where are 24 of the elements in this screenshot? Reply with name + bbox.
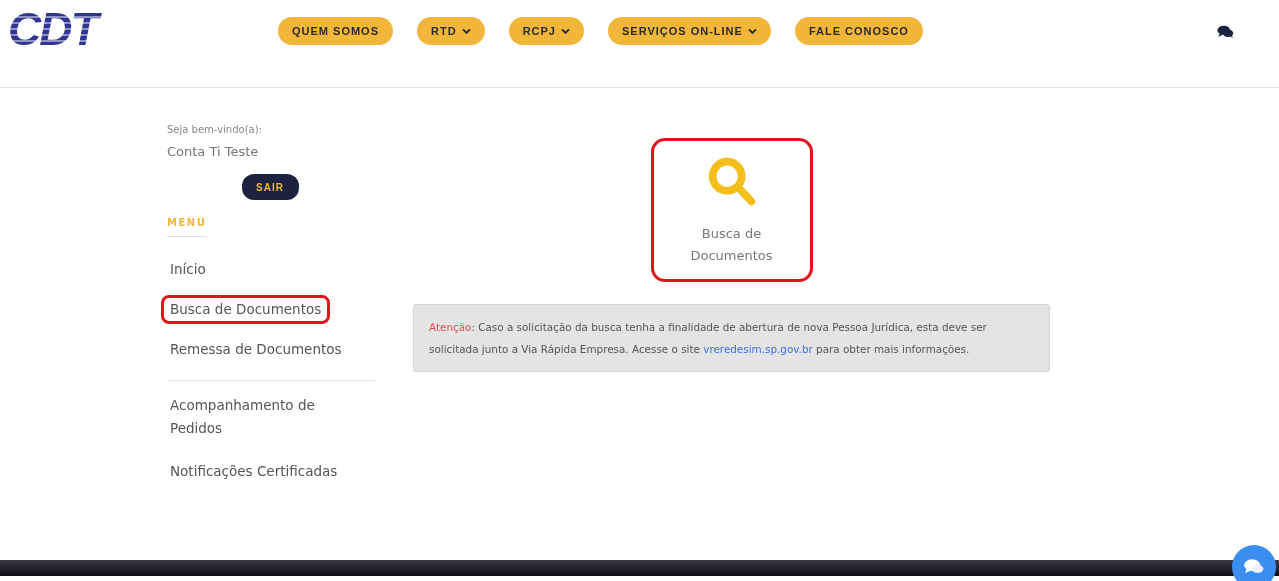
menu-link[interactable]: Início	[161, 255, 215, 284]
chat-icon[interactable]	[1217, 25, 1234, 39]
menu-link[interactable]: Remessa de Documentos	[161, 335, 351, 364]
nav-button[interactable]: QUEM SOMOS	[278, 17, 393, 45]
chevron-icon	[461, 27, 471, 35]
card-label: Busca de Documentos	[689, 225, 774, 265]
welcome-text: Seja bem-vindo(a):	[167, 124, 263, 135]
nav-button[interactable]: RCPJ	[508, 17, 584, 45]
chat-button[interactable]	[1232, 545, 1276, 581]
nav-button[interactable]: RTD	[417, 17, 485, 45]
menu-link[interactable]: Acompanhamento de Pedidos	[161, 391, 349, 443]
nav-button[interactable]: FALE CONOSCO	[794, 17, 923, 45]
notice-text: Atenção: Caso a solicitação da busca tenha a finalidade de abertura de nova Pessoa Jurídica, esta deve ser solicitada junto a Via Rápida Empresa. Acesse o site vreredesim.sp.gov.br para obter mais informações.	[429, 320, 988, 357]
menu-link[interactable]: Busca de Documentos	[161, 295, 331, 324]
chevron-icon	[747, 27, 757, 35]
nav-button[interactable]: SERVIÇOS ON-LINE	[607, 17, 771, 45]
site-link[interactable]: vreredesim.sp.gov.br	[703, 343, 813, 355]
chevron-icon	[560, 27, 570, 35]
logout-button[interactable]: SAIR	[241, 174, 299, 200]
chat-icon	[1243, 558, 1265, 576]
search-card[interactable]: Busca de Documentos	[650, 138, 813, 282]
menu-link[interactable]: Notificações Certificadas	[161, 457, 347, 486]
user-name: Conta Ti Teste	[167, 144, 260, 159]
menu-heading: MENU	[167, 217, 208, 228]
